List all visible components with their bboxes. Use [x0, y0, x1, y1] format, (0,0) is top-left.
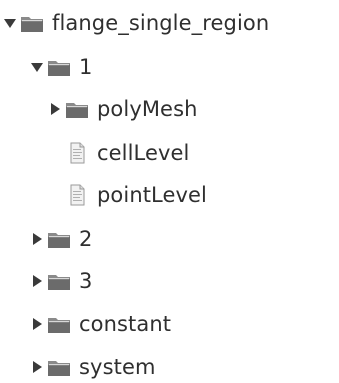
text-file-icon — [65, 184, 89, 206]
tree-item-label: constant — [79, 312, 172, 336]
triangle-down-icon[interactable] — [29, 59, 45, 75]
tree-row-constant[interactable]: constant — [0, 305, 171, 343]
folder-icon — [65, 99, 89, 119]
triangle-down-icon[interactable] — [2, 15, 18, 31]
tree-row-2[interactable]: 2 — [0, 220, 92, 258]
tree-row-pointlevel[interactable]: pointLevel — [0, 176, 207, 214]
folder-icon — [47, 357, 71, 377]
tree-item-label: 2 — [79, 227, 93, 251]
tree-item-label: flange_single_region — [52, 11, 270, 35]
tree-row-3[interactable]: 3 — [0, 262, 92, 300]
triangle-right-icon[interactable] — [29, 359, 45, 375]
triangle-right-icon[interactable] — [29, 316, 45, 332]
folder-icon — [47, 314, 71, 334]
tree-item-label: 3 — [79, 269, 93, 293]
tree-item-label: pointLevel — [97, 183, 207, 207]
tree-item-label: cellLevel — [97, 141, 190, 165]
folder-icon — [47, 229, 71, 249]
tree-row-system[interactable]: system — [0, 348, 156, 383]
folder-icon — [20, 13, 44, 33]
tree-row-polymesh[interactable]: polyMesh — [0, 90, 198, 128]
text-file-icon — [65, 142, 89, 164]
tree-row-celllevel[interactable]: cellLevel — [0, 134, 189, 172]
tree-row-1[interactable]: 1 — [0, 48, 92, 86]
triangle-right-icon[interactable] — [47, 101, 63, 117]
tree-item-label: system — [79, 355, 156, 379]
tree-row-flange-single-region[interactable]: flange_single_region — [0, 4, 269, 42]
triangle-right-icon[interactable] — [29, 231, 45, 247]
folder-icon — [47, 271, 71, 291]
triangle-right-icon[interactable] — [29, 273, 45, 289]
tree-item-label: polyMesh — [97, 97, 198, 121]
file-tree: flange_single_region 1 polyMesh cellLeve… — [0, 0, 339, 383]
tree-item-label: 1 — [79, 55, 93, 79]
folder-icon — [47, 57, 71, 77]
